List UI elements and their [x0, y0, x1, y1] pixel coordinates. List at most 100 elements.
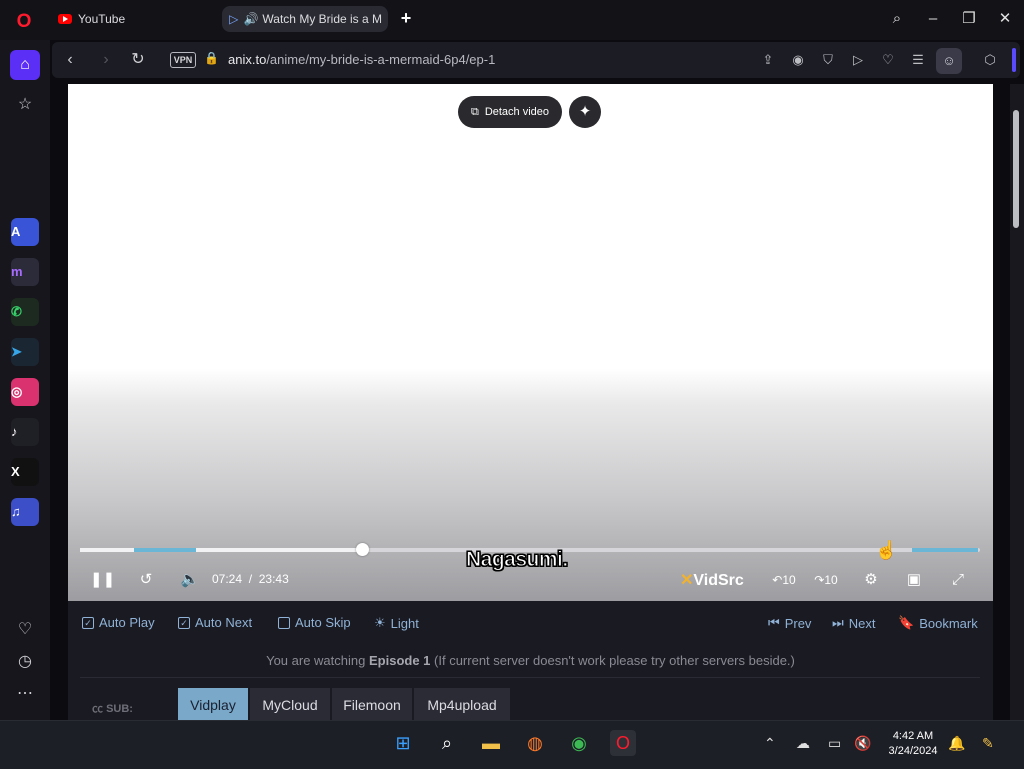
camera-icon[interactable]: ◉ — [788, 51, 808, 69]
volume-icon[interactable]: 🔈 — [178, 569, 202, 591]
close-icon[interactable]: ✕ — [994, 10, 1016, 28]
bookmark-icon: 🔖 — [898, 615, 915, 630]
subtitle-text: Nagasumi. — [466, 548, 569, 572]
server-filemoon[interactable]: Filemoon — [332, 688, 412, 720]
clock[interactable]: 4:42 AM 3/24/2024 — [880, 729, 946, 759]
more-icon[interactable]: ⋯ — [10, 679, 40, 709]
clock-date: 3/24/2024 — [888, 745, 938, 757]
firefox-icon[interactable]: ◍ — [522, 730, 548, 756]
video-player[interactable] — [68, 84, 993, 601]
hand-cursor-icon: ☝ — [875, 540, 898, 560]
vidsrc-label: VidSrc — [693, 572, 744, 589]
watching-prefix: You are watching — [266, 653, 366, 668]
star-icon[interactable]: ☆ — [10, 90, 40, 120]
server-vidplay[interactable]: Vidplay — [178, 688, 248, 720]
fullscreen-icon[interactable]: ⤢ — [946, 569, 970, 591]
reload-icon[interactable]: ↻ — [128, 50, 148, 70]
onedrive-icon[interactable]: ☁ — [796, 735, 810, 752]
copilot-icon[interactable]: ✎ — [982, 735, 994, 752]
music-player-icon[interactable]: ♫ — [11, 498, 39, 526]
next-label: Next — [848, 615, 876, 631]
x-icon[interactable]: X — [11, 458, 39, 486]
prev-button[interactable]: ⏮ Prev — [768, 615, 811, 631]
url-field[interactable]: anix.to/anime/my-bride-is-a-mermaid-6p4/… — [228, 52, 495, 67]
picture-in-picture-icon[interactable]: ▣ — [902, 569, 926, 591]
auto-skip-label: Auto Skip — [295, 615, 351, 630]
sub-label-text: SUB: — [106, 703, 133, 715]
url-path: /anime/my-bride-is-a-mermaid-6p4/ep-1 — [266, 52, 496, 67]
heart-icon[interactable]: ♡ — [878, 51, 898, 69]
extensions-icon[interactable]: ⬡ — [980, 51, 1000, 69]
server-mycloud[interactable]: MyCloud — [250, 688, 330, 720]
whatsapp-icon[interactable]: ✆ — [11, 298, 39, 326]
instagram-icon[interactable]: ◎ — [11, 378, 39, 406]
opera-taskbar-icon[interactable]: O — [610, 730, 636, 756]
youtube-icon — [58, 14, 72, 24]
windows-start-icon[interactable]: ⊞ — [390, 730, 416, 756]
scrollbar-thumb[interactable] — [1013, 110, 1019, 228]
vpn-badge[interactable]: VPN — [170, 52, 196, 68]
auto-next-toggle[interactable]: ✓ Auto Next — [178, 615, 252, 630]
clock-time: 4:42 AM — [892, 730, 934, 742]
tab-youtube[interactable]: YouTube — [52, 6, 212, 32]
forward-icon[interactable]: › — [96, 50, 116, 70]
opera-logo-icon[interactable]: O — [14, 12, 34, 32]
progress-played — [80, 548, 362, 552]
home-icon[interactable]: ⌂ — [10, 50, 40, 80]
skip-forward-button[interactable]: ↷10 — [812, 569, 840, 591]
minimize-icon[interactable]: – — [922, 10, 944, 28]
tab-anix[interactable]: ▷ 🔊 Watch My Bride is a M — [222, 6, 388, 32]
checkbox-unchecked-icon — [278, 616, 290, 629]
bookmark-button[interactable]: 🔖 Bookmark — [898, 615, 978, 631]
checkbox-checked-icon: ✓ — [178, 616, 190, 629]
tiktok-icon[interactable]: ♪ — [11, 418, 39, 446]
watching-suffix: (If current server doesn't work please t… — [434, 653, 795, 668]
easy-setup-icon[interactable]: ☰ — [908, 51, 928, 69]
light-label: Light — [390, 615, 419, 631]
speaker-muted-icon[interactable]: 🔇 — [854, 735, 871, 752]
notification-bell-icon[interactable]: 🔔 — [948, 735, 965, 752]
server-mp4upload[interactable]: Mp4upload — [414, 688, 510, 720]
rewind-icon[interactable]: ↺ — [134, 569, 158, 591]
next-button[interactable]: ⏭ Next — [832, 615, 875, 631]
cc-icon: ㏄ — [92, 703, 103, 715]
back-icon[interactable]: ‹ — [60, 50, 80, 70]
watching-episode: Episode 1 — [368, 653, 431, 668]
new-tab-icon[interactable]: + — [398, 9, 414, 27]
tray-chevron-icon[interactable]: ⌃ — [764, 735, 776, 752]
speaker-icon[interactable]: 🔊 — [243, 12, 258, 26]
display-icon[interactable]: ▭ — [828, 735, 841, 752]
detach-label: Detach video — [484, 106, 550, 118]
profile-icon[interactable]: ☺ — [936, 48, 962, 74]
checkbox-checked-icon: ✓ — [82, 616, 94, 629]
messenger-icon[interactable]: m — [11, 258, 39, 286]
share-icon[interactable]: ⇪ — [758, 51, 778, 69]
file-explorer-icon[interactable]: ▬ — [478, 730, 504, 756]
anix-favicon-icon: ▷ — [229, 12, 239, 26]
sidebar-toggle[interactable] — [1012, 48, 1016, 72]
taskbar-search-icon[interactable]: ⌕ — [434, 730, 460, 756]
divider — [80, 677, 980, 678]
progress-knob[interactable] — [356, 543, 369, 556]
auto-skip-toggle[interactable]: Auto Skip — [278, 615, 351, 630]
sub-label: ㏄ SUB: — [92, 700, 133, 716]
detach-video-button[interactable]: ⧉ Detach video — [458, 96, 562, 128]
shield-icon[interactable]: ⛉ — [818, 51, 838, 69]
auto-play-toggle[interactable]: ✓ Auto Play — [82, 615, 155, 630]
sparkle-icon[interactable]: ✦ — [569, 96, 601, 128]
favorites-heart-icon[interactable]: ♡ — [10, 615, 40, 645]
skip-back-button[interactable]: ↶10 — [770, 569, 798, 591]
telegram-icon[interactable]: ➤ — [11, 338, 39, 366]
pause-icon[interactable]: ❚❚ — [90, 569, 115, 591]
auto-next-label: Auto Next — [195, 615, 253, 630]
lock-icon[interactable]: 🔒 — [204, 51, 219, 67]
chrome-icon[interactable]: ◉ — [566, 730, 592, 756]
settings-gear-icon[interactable]: ⚙ — [860, 569, 882, 591]
restore-icon[interactable]: ❐ — [958, 10, 980, 28]
search-tabs-icon[interactable]: ⌕ — [886, 10, 908, 28]
history-icon[interactable]: ◷ — [10, 647, 40, 677]
play-icon[interactable]: ▷ — [848, 51, 868, 69]
watching-notice: You are watching Episode 1 (If current s… — [68, 653, 993, 668]
aria-icon[interactable]: A — [11, 218, 39, 246]
light-toggle[interactable]: ☀ Light — [374, 615, 419, 631]
